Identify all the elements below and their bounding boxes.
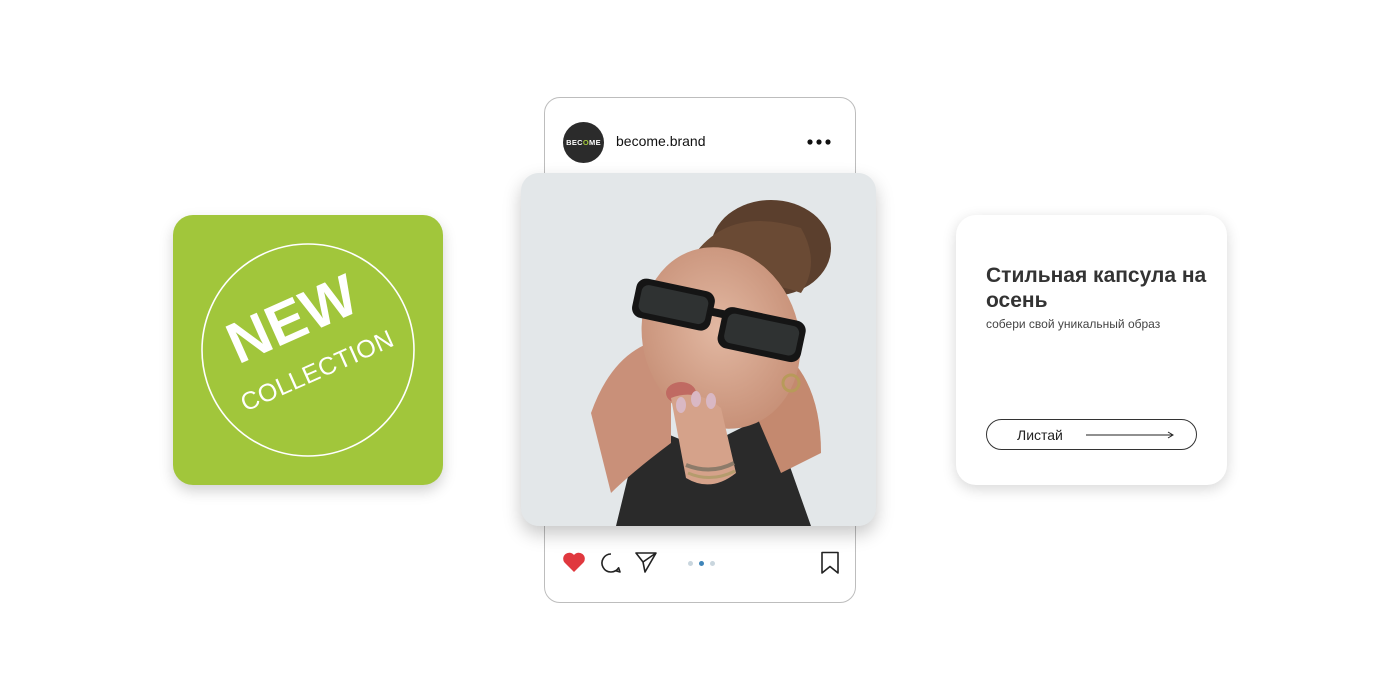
new-collection-card: NEW COLLECTION [173,215,443,485]
comment-icon[interactable] [600,552,622,574]
swipe-button[interactable]: Листай [986,419,1197,450]
info-title: Стильная капсула на осень [986,264,1207,312]
post-header: BEC O ME become.brand [563,120,839,164]
avatar[interactable]: BEC O ME [563,122,604,163]
carousel-dot-active [699,561,704,566]
username[interactable]: become.brand [616,133,706,149]
woman-in-sunglasses-photo [521,173,876,526]
carousel-dots [688,561,718,567]
arrow-right-icon [1086,431,1174,439]
post-actions-bar [544,545,856,585]
avatar-text: BEC [566,138,583,147]
send-icon[interactable] [634,551,658,573]
info-subtitle: собери свой уникальный образ [986,317,1161,331]
heart-icon[interactable] [562,551,586,573]
more-horizontal-icon[interactable] [807,137,831,147]
carousel-dot [688,561,693,566]
swipe-button-label: Листай [1017,427,1063,443]
carousel-dot [710,561,715,566]
new-collection-badge: NEW COLLECTION [201,243,415,457]
bookmark-icon[interactable] [820,551,840,575]
avatar-text-end: ME [589,138,601,147]
post-photo[interactable] [521,173,876,526]
info-card: Стильная капсула на осень собери свой ун… [956,215,1227,485]
